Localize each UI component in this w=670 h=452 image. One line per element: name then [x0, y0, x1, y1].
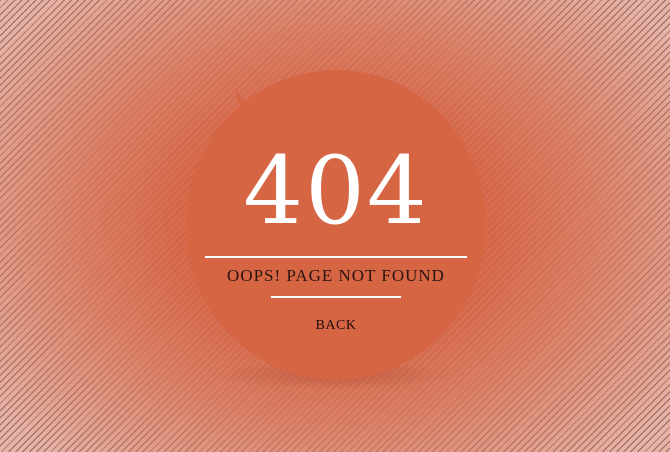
error-message: OOPS! PAGE NOT FOUND: [227, 266, 445, 285]
divider-top: [205, 256, 467, 258]
back-link[interactable]: BACK: [296, 318, 376, 334]
divider-bottom: [271, 296, 401, 298]
error-content: 404 OOPS! PAGE NOT FOUND BACK: [186, 70, 486, 380]
error-code: 404: [243, 137, 429, 246]
